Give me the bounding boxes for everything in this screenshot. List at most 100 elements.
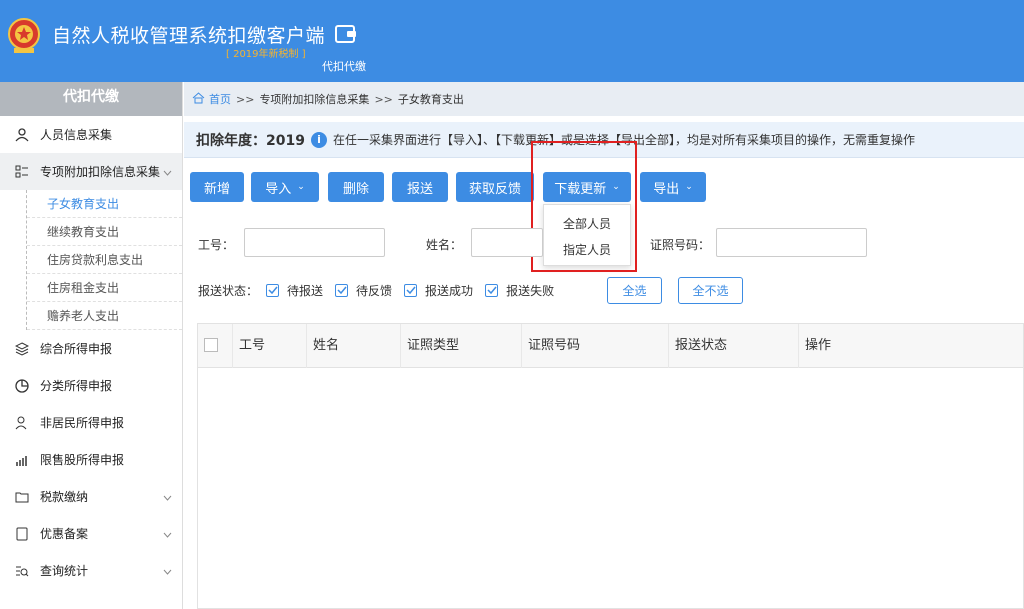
- export-button-label: 导出: [653, 181, 680, 197]
- id-number-label: 证照号码：: [650, 238, 711, 252]
- sidebar-item-tax-payment[interactable]: 税款缴纳: [0, 478, 182, 515]
- select-all-checkbox[interactable]: [204, 338, 218, 352]
- sidebar-item-personnel[interactable]: 人员信息采集: [0, 116, 182, 153]
- sidebar-item-label: 限售股所得申报: [40, 453, 125, 467]
- user-outline-icon: [14, 415, 30, 431]
- sidebar-item-preferential-filing[interactable]: 优惠备案: [0, 515, 182, 552]
- wallet-icon[interactable]: [335, 24, 357, 44]
- employee-id-input[interactable]: [244, 228, 385, 257]
- status-option-submit-success[interactable]: 报送成功: [404, 282, 473, 299]
- breadcrumb-level1[interactable]: 专项附加扣除信息采集: [259, 91, 369, 107]
- name-input[interactable]: [471, 228, 543, 257]
- sidebar-item-special-deduction[interactable]: 专项附加扣除信息采集: [0, 153, 182, 190]
- download-update-menu: 全部人员 指定人员: [543, 204, 631, 266]
- sidebar-item-label: 税款缴纳: [40, 490, 89, 504]
- submit-button[interactable]: 报送: [392, 172, 448, 202]
- pie-icon: [14, 378, 30, 394]
- deduction-year-label: 扣除年度：2019: [196, 132, 305, 149]
- checkbox-checked-icon[interactable]: [404, 283, 418, 297]
- sidebar-subitem-housing-rent[interactable]: 住房租金支出: [27, 274, 182, 302]
- status-option-label: 待报送: [287, 283, 324, 298]
- status-option-pending-submit[interactable]: 待报送: [266, 282, 323, 299]
- sidebar-item-nonresident-income[interactable]: 非居民所得申报: [0, 404, 182, 441]
- column-header[interactable]: 报送状态: [668, 324, 798, 368]
- sidebar-item-label: 查询统计: [40, 564, 89, 578]
- export-button[interactable]: 导出 ⌄: [640, 172, 706, 202]
- menu-item-selected-personnel[interactable]: 指定人员: [544, 237, 630, 263]
- get-feedback-button-label: 获取反馈: [468, 181, 521, 197]
- status-option-pending-feedback[interactable]: 待反馈: [335, 282, 392, 299]
- version-label: [ 2019年新税制 ]: [226, 49, 306, 60]
- module-tab-label[interactable]: 代扣代缴: [322, 58, 366, 74]
- status-option-label: 报送失败: [506, 283, 555, 298]
- person-icon: [14, 127, 30, 143]
- checkbox-checked-icon[interactable]: [335, 283, 349, 297]
- breadcrumb-home-link[interactable]: 首页: [209, 91, 231, 107]
- sidebar-item-classified-income[interactable]: 分类所得申报: [0, 367, 182, 404]
- delete-button-label: 删除: [342, 181, 369, 197]
- sidebar-subitem-child-education[interactable]: 子女教育支出: [27, 190, 182, 218]
- national-emblem-icon: [8, 18, 40, 53]
- info-text: 在任一采集界面进行【导入】、【下载更新】或是选择【导出全部】，均是对所有采集项目…: [332, 133, 915, 147]
- id-number-input[interactable]: [716, 228, 867, 257]
- document-icon: [14, 526, 30, 542]
- status-option-label: 报送成功: [425, 283, 474, 298]
- checkbox-checked-icon[interactable]: [266, 283, 280, 297]
- search-list-icon: [14, 563, 30, 579]
- sidebar-item-comprehensive-income[interactable]: 综合所得申报: [0, 330, 182, 367]
- download-update-button[interactable]: 下载更新 ⌄: [543, 172, 631, 202]
- add-button-label: 新增: [203, 181, 230, 197]
- select-none-button[interactable]: 全不选: [678, 277, 743, 304]
- info-bar: 扣除年度：2019 i 在任一采集界面进行【导入】、【下载更新】或是选择【导出全…: [184, 122, 1024, 158]
- breadcrumb-separator: >>: [374, 92, 393, 106]
- chevron-down-icon: [163, 165, 172, 179]
- import-button-label: 导入: [265, 181, 292, 197]
- sidebar-item-label: 人员信息采集: [40, 128, 113, 142]
- import-button[interactable]: 导入 ⌄: [251, 172, 319, 202]
- chevron-down-icon: [163, 490, 172, 504]
- sidebar-item-label: 专项附加扣除信息采集: [40, 165, 161, 179]
- sidebar-item-label: 分类所得申报: [40, 379, 113, 393]
- get-feedback-button[interactable]: 获取反馈: [456, 172, 534, 202]
- app-title: 自然人税收管理系统扣缴客户端: [52, 25, 326, 47]
- column-header[interactable]: 证照类型: [400, 324, 521, 368]
- select-all-button[interactable]: 全选: [607, 277, 662, 304]
- column-header[interactable]: 操作: [798, 324, 1023, 368]
- delete-button[interactable]: 删除: [328, 172, 384, 202]
- home-icon[interactable]: [192, 91, 205, 107]
- menu-item-all-personnel[interactable]: 全部人员: [544, 211, 630, 237]
- sidebar-item-restricted-shares[interactable]: 限售股所得申报: [0, 441, 182, 478]
- chevron-down-icon: ⌄: [685, 182, 693, 192]
- status-filter-label: 报送状态：: [198, 283, 259, 298]
- list-icon: [14, 164, 30, 180]
- column-header[interactable]: 姓名: [306, 324, 400, 368]
- sidebar-item-label: 非居民所得申报: [40, 416, 125, 430]
- status-option-submit-failed[interactable]: 报送失败: [485, 282, 554, 299]
- add-button[interactable]: 新增: [190, 172, 244, 202]
- submit-button-label: 报送: [406, 181, 433, 197]
- sidebar-subitem-mortgage-interest[interactable]: 住房贷款利息支出: [27, 246, 182, 274]
- sidebar: 代扣代缴 人员信息采集 专项附加扣除信息采集 子女教育支出 继续教育支出 住房贷…: [0, 82, 183, 609]
- table-header: 工号 姓名 证照类型 证照号码 报送状态 操作: [198, 324, 1023, 368]
- breadcrumb-separator: >>: [236, 92, 255, 106]
- employee-id-label: 工号：: [198, 238, 235, 252]
- sidebar-item-query-statistics[interactable]: 查询统计: [0, 552, 182, 589]
- checkbox-checked-icon[interactable]: [485, 283, 499, 297]
- status-filter: 报送状态： 待报送 待反馈 报送成功 报送失败: [198, 277, 566, 303]
- column-header[interactable]: 工号: [232, 324, 306, 368]
- sidebar-subitem-continuing-education[interactable]: 继续教育支出: [27, 218, 182, 246]
- chevron-down-icon: [163, 527, 172, 541]
- sidebar-item-label: 综合所得申报: [40, 342, 113, 356]
- sidebar-title: 代扣代缴: [0, 82, 182, 116]
- sidebar-subitem-elderly-support[interactable]: 赡养老人支出: [27, 302, 182, 330]
- breadcrumb: 首页 >> 专项附加扣除信息采集 >> 子女教育支出: [184, 82, 1024, 116]
- name-label: 姓名：: [426, 238, 463, 252]
- column-header[interactable]: 证照号码: [521, 324, 668, 368]
- chevron-down-icon: ⌄: [297, 182, 305, 192]
- chevron-down-icon: ⌄: [612, 182, 620, 192]
- status-option-label: 待反馈: [356, 283, 393, 298]
- app-header: 自然人税收管理系统扣缴客户端 [ 2019年新税制 ] 代扣代缴: [0, 0, 1024, 82]
- sidebar-submenu: 子女教育支出 继续教育支出 住房贷款利息支出 住房租金支出 赡养老人支出: [26, 190, 182, 330]
- breadcrumb-current: 子女教育支出: [397, 93, 464, 106]
- folder-icon: [14, 489, 30, 505]
